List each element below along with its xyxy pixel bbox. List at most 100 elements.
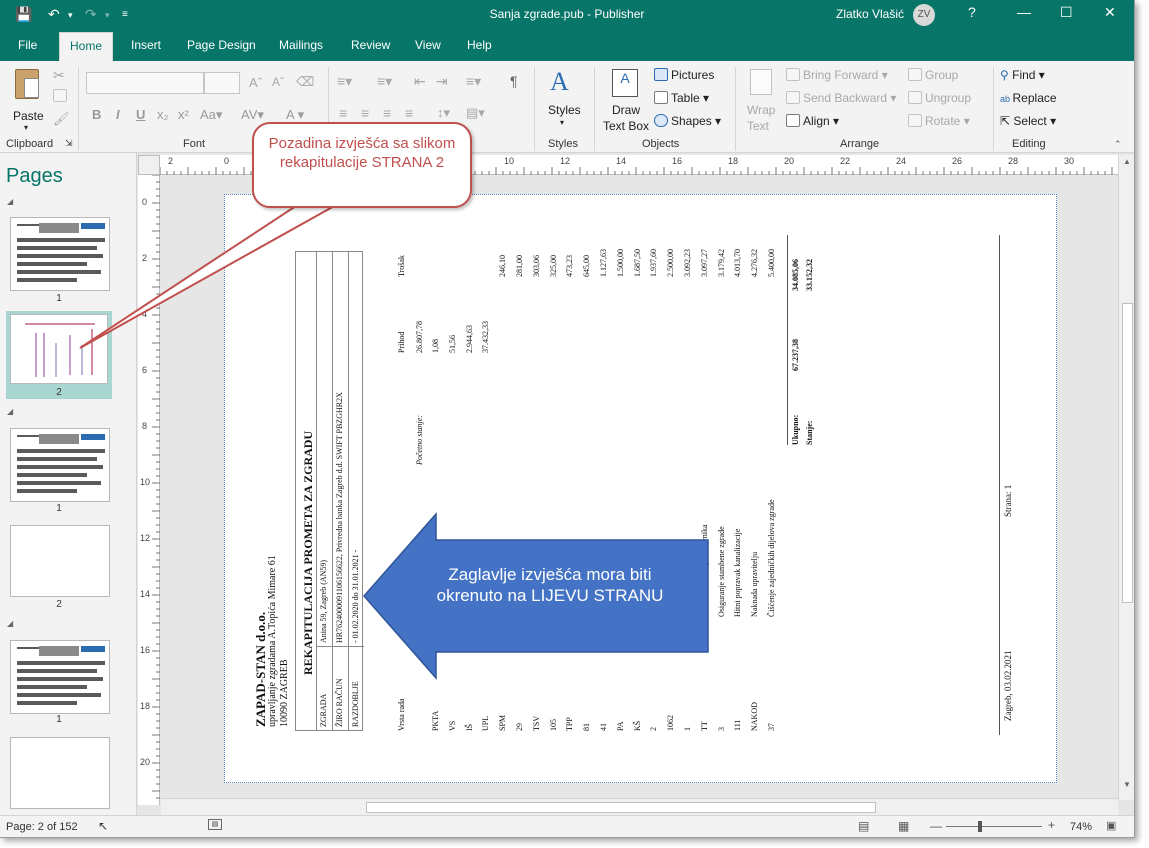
zoom-slider[interactable] — [946, 821, 1042, 832]
format-painter-icon[interactable]: 🖌 — [53, 111, 70, 127]
tab-review[interactable]: Review — [351, 38, 390, 52]
clear-formatting-icon[interactable]: ⌫ — [296, 74, 314, 90]
superscript-icon[interactable]: x² — [178, 107, 189, 122]
numbering-icon[interactable]: ≡▾ — [377, 73, 392, 90]
clipboard-launcher-icon[interactable]: ⇲ — [65, 138, 73, 149]
send-backward-button[interactable]: Send Backward ▾ — [786, 91, 896, 105]
align-center-icon[interactable]: ≡ — [361, 105, 369, 121]
tab-insert[interactable]: Insert — [131, 38, 161, 52]
draw-label: Draw — [612, 103, 641, 117]
page-thumbnail-selected[interactable] — [10, 314, 108, 384]
page-indicator[interactable]: Page: 2 of 152 — [6, 821, 78, 833]
align-right-icon[interactable]: ≡ — [383, 105, 391, 121]
publication-page[interactable]: ZAPAD-STAN d.o.o. upravljanje zgradama A… — [224, 194, 1057, 783]
decrease-indent-icon[interactable]: ⇤ — [414, 73, 426, 90]
rotate-button[interactable]: Rotate ▾ — [908, 114, 970, 128]
wrap-text-button[interactable]: Wrap Text — [742, 67, 782, 133]
row-cost: 1.127,63 — [599, 249, 608, 277]
line-spacing-icon[interactable]: ↕▾ — [437, 105, 450, 121]
font-color-icon[interactable]: A ▾ — [286, 107, 304, 123]
paragraph-marks-icon[interactable]: ¶ — [510, 73, 518, 89]
zoom-in-icon[interactable]: + — [1048, 818, 1055, 832]
shapes-button[interactable]: Shapes ▾ — [654, 114, 721, 128]
help-icon[interactable]: ? — [968, 4, 976, 20]
info-value-building: Anina 59, Zagreb (AN59) — [319, 559, 328, 643]
draw-text-box-button[interactable]: A Draw Text Box — [600, 67, 652, 133]
scroll-up-icon[interactable]: ▲ — [1123, 157, 1131, 166]
change-case-icon[interactable]: Aa▾ — [200, 107, 222, 123]
ungroup-button[interactable]: Ungroup — [908, 91, 971, 105]
justify-icon[interactable]: ≡ — [405, 105, 413, 121]
balance-label: Stanje: — [805, 420, 814, 445]
vertical-scrollbar[interactable]: ▲ ▼ — [1118, 155, 1134, 800]
bullets-icon[interactable]: ≡▾ — [337, 73, 352, 90]
tab-help[interactable]: Help — [467, 38, 492, 52]
grow-font-icon[interactable]: Aˆ — [249, 75, 262, 90]
shapes-label: Shapes — [671, 114, 712, 128]
font-name-combo[interactable] — [86, 72, 204, 94]
row-cost: 5.400,00 — [767, 249, 776, 277]
scroll-down-icon[interactable]: ▼ — [1123, 780, 1131, 789]
collapse-ribbon-icon[interactable]: ⌃ — [1114, 139, 1122, 150]
pictures-button[interactable]: Pictures — [654, 68, 714, 82]
fit-page-icon[interactable]: ▣ — [1106, 819, 1116, 832]
zoom-out-icon[interactable]: — — [930, 819, 942, 833]
subscript-icon[interactable]: x₂ — [157, 107, 169, 122]
page-thumbnail[interactable] — [10, 525, 110, 597]
horizontal-scrollbar[interactable] — [161, 798, 1118, 815]
paste-button[interactable]: Paste ▾ — [10, 67, 46, 132]
section-collapse-icon[interactable]: ◢ — [7, 407, 13, 416]
page-thumbnail[interactable] — [10, 640, 110, 714]
tab-mailings[interactable]: Mailings — [279, 38, 323, 52]
group-button[interactable]: Group — [908, 68, 958, 82]
shading-icon[interactable]: ▤▾ — [466, 105, 485, 121]
zoom-level[interactable]: 74% — [1070, 821, 1092, 833]
table-button[interactable]: Table ▾ — [654, 91, 709, 105]
total-label: Ukupno: — [791, 414, 800, 445]
ruler-label: 18 — [728, 156, 739, 166]
font-size-combo[interactable] — [204, 72, 240, 94]
user-name[interactable]: Zlatko Vlašić — [836, 7, 904, 21]
select-button[interactable]: ⇱ Select ▾ — [1000, 114, 1056, 128]
copy-icon[interactable] — [53, 89, 70, 103]
replace-button[interactable]: ab Replace — [1000, 91, 1057, 105]
info-key-building: ZGRADA — [319, 693, 328, 727]
row-code: 81 — [582, 723, 591, 731]
find-button[interactable]: ⚲ Find ▾ — [1000, 68, 1045, 82]
page-thumbnail[interactable] — [10, 737, 110, 809]
page-thumbnail[interactable] — [10, 217, 110, 291]
page-thumbnail[interactable] — [10, 428, 110, 502]
styles-button[interactable]: A Styles ▾ — [542, 67, 586, 133]
character-spacing-icon[interactable]: AV▾ — [241, 107, 264, 123]
vertical-ruler[interactable]: 0 2 4 6 8 10 12 14 16 18 20 — [138, 175, 160, 805]
underline-icon[interactable]: U — [136, 107, 145, 122]
shrink-font-icon[interactable]: Aˇ — [272, 75, 284, 89]
tab-file[interactable]: File — [18, 38, 37, 52]
minimize-icon[interactable]: — — [1017, 4, 1031, 20]
section-collapse-icon[interactable]: ◢ — [7, 197, 13, 206]
tab-page-design[interactable]: Page Design — [187, 38, 256, 52]
bold-icon[interactable]: B — [92, 107, 101, 122]
ruler-label: 12 — [140, 533, 151, 543]
italic-icon[interactable]: I — [116, 107, 120, 122]
cut-icon[interactable]: ✂ — [53, 67, 65, 84]
avatar[interactable]: ZV — [913, 4, 935, 26]
increase-indent-icon[interactable]: ⇥ — [436, 73, 448, 90]
close-icon[interactable]: ✕ — [1104, 4, 1116, 21]
maximize-icon[interactable]: ☐ — [1060, 4, 1073, 21]
align-button[interactable]: Align ▾ — [786, 114, 839, 128]
ruler-corner[interactable] — [138, 155, 160, 175]
zoom-slider-thumb[interactable] — [978, 821, 982, 832]
horizontal-scroll-thumb[interactable] — [366, 802, 876, 813]
vertical-scroll-thumb[interactable] — [1122, 303, 1133, 603]
bring-forward-button[interactable]: Bring Forward ▾ — [786, 68, 888, 82]
row-code: KŠ — [633, 720, 642, 731]
align-left-icon[interactable]: ≡ — [339, 105, 347, 121]
macro-record-icon[interactable]: ▤ — [208, 819, 222, 830]
tab-view[interactable]: View — [415, 38, 441, 52]
single-page-view-icon[interactable]: ▤ — [858, 819, 869, 833]
columns-icon[interactable]: ≡▾ — [466, 73, 481, 90]
tab-home[interactable]: Home — [59, 32, 114, 61]
section-collapse-icon[interactable]: ◢ — [7, 619, 13, 628]
two-page-view-icon[interactable]: ▦ — [898, 819, 909, 833]
